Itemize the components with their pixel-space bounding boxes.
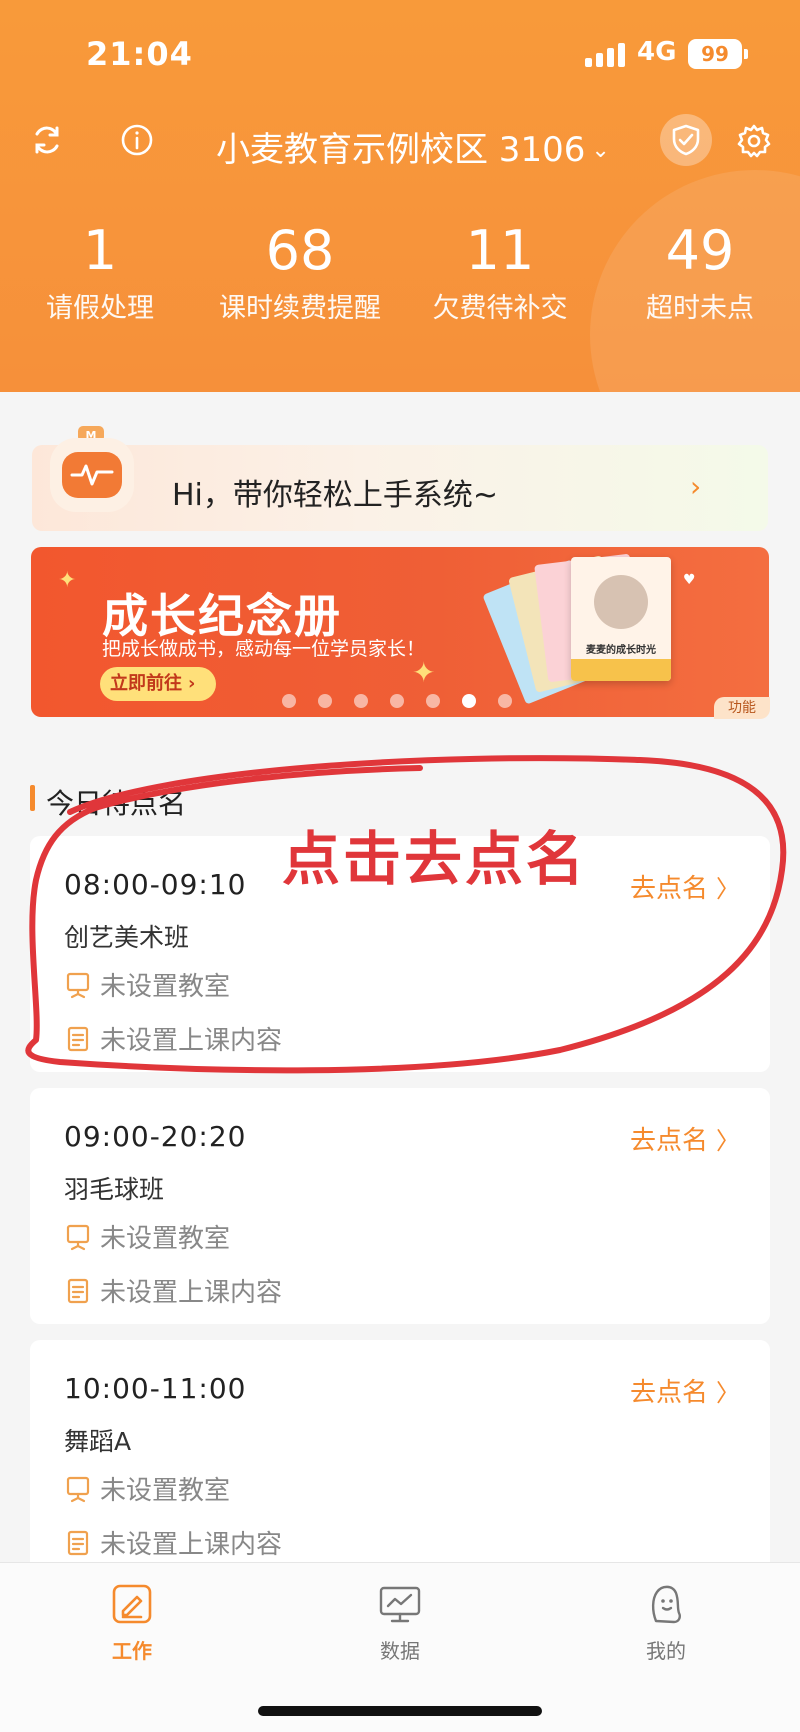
chevron-right-icon: 〉 [716, 875, 740, 903]
stat-renewal[interactable]: 68 课时续费提醒 [200, 222, 400, 325]
go-now-label: 立即前往 [110, 673, 182, 694]
home-indicator [258, 1706, 542, 1716]
stat-overdue[interactable]: 49 超时未点 [600, 222, 800, 325]
class-name: 舞蹈A [64, 1427, 132, 1456]
stat-value: 49 [665, 219, 735, 282]
classroom-text: 未设置教室 [100, 1476, 231, 1506]
campus-name: 小麦教育示例校区 3106 [216, 130, 586, 170]
carousel-dot[interactable] [426, 694, 440, 708]
top-bar: 小麦教育示例校区 3106 ⌄ [0, 110, 800, 172]
section-title: 今日待点名 [46, 787, 187, 820]
roll-call-label: 去点名 [629, 1126, 708, 1156]
content-text: 未设置上课内容 [100, 1530, 283, 1560]
classroom-row: 未设置教室 [64, 1470, 230, 1507]
stat-leave[interactable]: 1 请假处理 [0, 222, 200, 325]
stat-value: 68 [265, 219, 335, 282]
class-card[interactable]: 09:00-20:20 去点名〉 羽毛球班 未设置教室 未设置上课内容 [30, 1088, 770, 1324]
status-time: 21:04 [86, 35, 193, 73]
class-time: 08:00-09:10 [64, 868, 247, 901]
tab-label: 数据 [380, 1639, 420, 1663]
class-name: 羽毛球班 [64, 1175, 165, 1204]
classroom-text: 未设置教室 [100, 972, 231, 1002]
roll-call-button[interactable]: 去点名〉 [630, 1372, 740, 1409]
feature-tag: 功能 [714, 697, 770, 719]
gear-icon[interactable] [733, 120, 775, 162]
class-time: 10:00-11:00 [64, 1372, 247, 1405]
roll-call-label: 去点名 [629, 874, 708, 904]
book-cover: 麦麦的成长时光 [571, 557, 671, 681]
refresh-icon[interactable] [27, 120, 67, 160]
classroom-icon [66, 972, 90, 998]
roll-call-button[interactable]: 去点名〉 [630, 1120, 740, 1157]
stat-label: 请假处理 [46, 293, 154, 324]
stat-label: 欠费待补交 [432, 293, 568, 324]
stats-row: 1 请假处理 68 课时续费提醒 11 欠费待补交 49 超时未点 [0, 222, 800, 332]
chevron-down-icon: ⌄ [591, 138, 610, 163]
class-time: 09:00-20:20 [64, 1120, 247, 1153]
carousel-dot[interactable] [354, 694, 368, 708]
app-screen: 21:04 4G 99 小麦教育示例校区 3106 ⌄ 1 请假处理 68 课时… [0, 0, 800, 1732]
roll-call-label: 去点名 [629, 1378, 708, 1408]
class-name: 创艺美术班 [64, 923, 190, 952]
stat-label: 课时续费提醒 [219, 293, 381, 324]
chevron-right-icon: › [690, 470, 702, 503]
tab-label: 工作 [112, 1639, 152, 1663]
header-panel: 21:04 4G 99 小麦教育示例校区 3106 ⌄ 1 请假处理 68 课时… [0, 0, 800, 392]
content-row: 未设置上课内容 [64, 1524, 282, 1561]
content-row: 未设置上课内容 [64, 1020, 282, 1057]
battery-tip [744, 49, 748, 59]
roll-call-button[interactable]: 去点名〉 [630, 868, 740, 905]
tab-data[interactable]: 数据 [320, 1581, 480, 1664]
shield-icon[interactable] [660, 114, 712, 166]
stat-arrears[interactable]: 11 欠费待补交 [400, 222, 600, 325]
child-photo [594, 575, 648, 629]
tab-profile[interactable]: 我的 [586, 1581, 746, 1664]
profile-icon [643, 1581, 689, 1627]
document-icon [67, 1278, 89, 1303]
campus-selector[interactable]: 小麦教育示例校区 3106 ⌄ [216, 122, 610, 171]
chevron-right-icon: 〉 [716, 1379, 740, 1407]
section-accent-bar [30, 785, 35, 811]
work-icon [109, 1581, 155, 1627]
classroom-row: 未设置教室 [64, 966, 230, 1003]
tab-work[interactable]: 工作 [52, 1581, 212, 1664]
battery-icon: 99 [688, 39, 742, 69]
stat-value: 11 [465, 219, 535, 282]
document-icon [67, 1530, 89, 1555]
class-card[interactable]: 10:00-11:00 去点名〉 舞蹈A 未设置教室 未设置上课内容 [30, 1340, 770, 1576]
classroom-icon [66, 1476, 90, 1502]
classroom-text: 未设置教室 [100, 1224, 231, 1254]
robot-mascot-icon: M [40, 420, 144, 524]
classroom-row: 未设置教室 [64, 1218, 230, 1255]
go-now-button[interactable]: 立即前往 › [100, 667, 216, 701]
data-icon [377, 1581, 423, 1627]
banner-subtitle: 把成长做成书，感动每一位学员家长！ [102, 638, 426, 660]
chevron-right-icon: 〉 [716, 1127, 740, 1155]
classroom-icon [66, 1224, 90, 1250]
annotation-text: 点击去点名 [282, 825, 588, 893]
sparkle-icon: ✦ [58, 568, 77, 593]
tab-label: 我的 [646, 1639, 686, 1663]
content-row: 未设置上课内容 [64, 1272, 282, 1309]
document-icon [67, 1026, 89, 1051]
chevron-right-icon: › [188, 673, 196, 694]
carousel-dot[interactable] [318, 694, 332, 708]
book-title: 麦麦的成长时光 [586, 645, 656, 656]
carousel-dot[interactable] [498, 694, 512, 708]
stat-label: 超时未点 [646, 293, 754, 324]
signal-icon [585, 43, 627, 67]
network-label: 4G [637, 37, 677, 67]
content-text: 未设置上课内容 [100, 1278, 283, 1308]
carousel-dot[interactable] [390, 694, 404, 708]
status-bar: 21:04 4G 99 [0, 0, 800, 110]
heart-icon: ♥ [683, 572, 696, 588]
content-text: 未设置上课内容 [100, 1026, 283, 1056]
info-icon[interactable] [117, 120, 157, 160]
carousel-dot[interactable] [282, 694, 296, 708]
carousel-dot-active[interactable] [462, 694, 476, 708]
stat-value: 1 [82, 219, 118, 282]
guide-text: Hi，带你轻松上手系统~ [172, 478, 499, 513]
